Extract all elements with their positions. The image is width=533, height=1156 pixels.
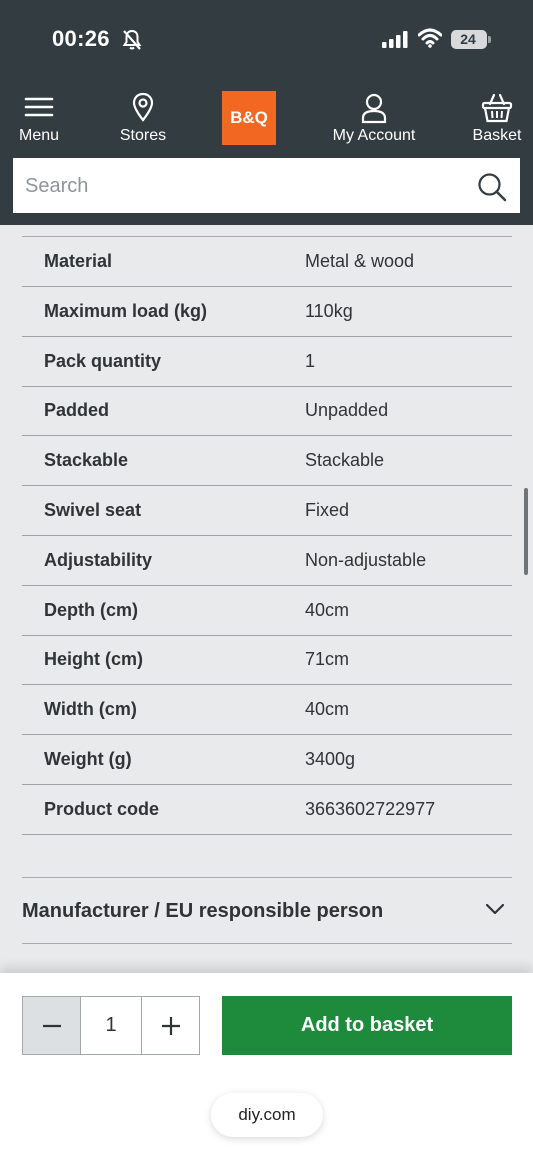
nav-basket[interactable]: Basket xyxy=(468,92,526,147)
manufacturer-accordion[interactable]: Manufacturer / EU responsible person xyxy=(22,877,512,944)
spec-value: Unpadded xyxy=(305,400,389,421)
spec-row: Width (cm) 40cm xyxy=(22,685,512,736)
spec-label: Pack quantity xyxy=(44,350,162,371)
chevron-down-icon xyxy=(485,903,505,915)
menu-icon xyxy=(24,97,54,117)
spec-row: Maximum load (kg) 110kg xyxy=(22,287,512,337)
user-icon xyxy=(361,93,387,124)
spec-row: Depth (cm) 40cm xyxy=(22,586,512,636)
spec-row: Height (cm) 71cm xyxy=(22,635,512,686)
basket-icon xyxy=(481,93,513,123)
spec-row: Weight (g) 3400g xyxy=(22,735,512,785)
spec-label: Material xyxy=(44,251,113,271)
nav-account-label: My Account xyxy=(332,127,416,144)
location-pin-icon xyxy=(132,92,154,122)
spec-label: Width (cm) xyxy=(44,699,137,720)
add-to-basket-button[interactable]: Add to basket xyxy=(222,996,512,1055)
browser-url-pill[interactable]: diy.com xyxy=(211,1093,323,1137)
spec-value: 1 xyxy=(305,350,316,371)
spec-value: 40cm xyxy=(305,599,350,620)
purchase-footer: 1 Add to basket diy.com xyxy=(0,973,533,1156)
nav-basket-label: Basket xyxy=(472,127,522,144)
spec-row: Stackable Stackable xyxy=(22,436,512,487)
nav-stores-label: Stores xyxy=(119,127,167,144)
site-header: 00:26 24 Menu Stores B&Q My Account Bask… xyxy=(0,0,533,225)
search-bar xyxy=(11,156,522,215)
bq-logo[interactable]: B&Q xyxy=(222,91,276,145)
nav-menu-label: Menu xyxy=(18,127,60,144)
spec-value: Non-adjustable xyxy=(305,549,427,570)
nav-stores[interactable]: Stores xyxy=(113,92,173,147)
battery-indicator: 24 xyxy=(451,30,487,49)
spec-label: Stackable xyxy=(44,450,129,471)
spec-value: 40cm xyxy=(305,699,350,720)
quantity-increase-button[interactable] xyxy=(141,996,200,1055)
spec-label: Maximum load (kg) xyxy=(44,300,208,321)
spec-row: Material Metal & wood xyxy=(22,237,512,287)
nav-menu[interactable]: Menu xyxy=(12,92,66,147)
spec-value: 3663602722977 xyxy=(305,798,436,819)
spec-label: Swivel seat xyxy=(44,500,142,520)
spec-value: 110kg xyxy=(305,300,353,321)
accordion-title: Manufacturer / EU responsible person xyxy=(22,900,384,922)
spec-label: Weight (g) xyxy=(44,749,132,769)
spec-label: Adjustability xyxy=(44,549,153,570)
spec-value: 71cm xyxy=(305,649,350,670)
spec-label: Depth (cm) xyxy=(44,599,138,620)
spec-value: Stackable xyxy=(305,450,385,471)
signal-icon xyxy=(382,31,408,48)
quantity-input[interactable]: 1 xyxy=(80,996,142,1055)
spec-label: Height (cm) xyxy=(44,649,143,670)
spec-row: Padded Unpadded xyxy=(22,386,512,437)
spec-row: Product code 3663602722977 xyxy=(22,785,512,835)
spec-label: Padded xyxy=(44,400,110,421)
minus-icon xyxy=(42,1024,61,1027)
status-time: 00:26 xyxy=(52,26,110,51)
bell-muted-icon xyxy=(122,29,142,50)
scrollbar[interactable] xyxy=(524,488,528,575)
wifi-icon xyxy=(418,28,442,48)
spec-row: Pack quantity 1 xyxy=(22,337,512,387)
spec-label: Product code xyxy=(44,798,160,819)
spec-value: Fixed xyxy=(305,500,350,520)
quantity-decrease-button[interactable] xyxy=(22,996,81,1055)
spec-value: Metal & wood xyxy=(305,251,415,271)
nav-my-account[interactable]: My Account xyxy=(325,92,423,147)
search-icon[interactable] xyxy=(477,172,507,202)
spec-row: Adjustability Non-adjustable xyxy=(22,536,512,586)
battery-level: 24 xyxy=(460,31,476,47)
logo-text: B&Q xyxy=(230,108,268,127)
search-input[interactable] xyxy=(25,166,465,206)
status-bar: 00:26 24 xyxy=(0,0,533,80)
spec-value: 3400g xyxy=(305,749,356,769)
spec-row: Swivel seat Fixed xyxy=(22,486,512,536)
plus-icon xyxy=(161,1016,180,1035)
battery-nub xyxy=(488,36,491,43)
